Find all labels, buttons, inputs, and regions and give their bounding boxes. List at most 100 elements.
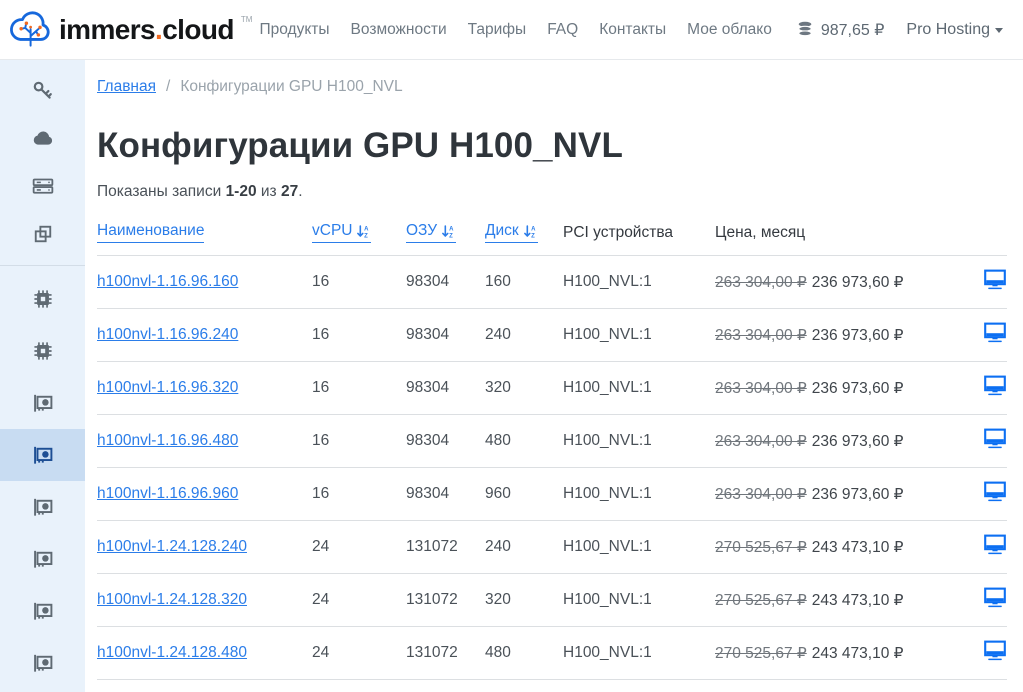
sidebar-item-gpu-card[interactable] [0,533,85,585]
column-header: ОЗУAZ [406,213,485,256]
nav-item[interactable]: Мое облако [687,21,772,39]
table-row: h100nvl-1.24.128.24024131072240H100_NVL:… [97,521,1007,574]
gpu-card-icon [31,599,55,623]
new-price: 243 473,10 ₽ [812,539,904,556]
table-header-row: НаименованиеvCPUAZОЗУAZДискAZPCI устройс… [97,213,1007,256]
ram-cell: 98304 [406,256,485,309]
sidebar-item-cloud[interactable] [0,114,85,162]
breadcrumb: Главная / Конфигурации GPU H100_NVL [97,78,1007,96]
config-name-link[interactable]: h100nvl-1.24.128.240 [97,538,247,555]
breadcrumb-current: Конфигурации GPU H100_NVL [180,78,402,96]
breadcrumb-home-link[interactable]: Главная [97,78,156,96]
monitor-icon [983,587,1007,608]
monitor-icon [983,534,1007,555]
gpu-card-icon [31,547,55,571]
monitor-icon [983,375,1007,396]
sidebar-item-gpu-card[interactable] [0,481,85,533]
sort-link[interactable]: vCPUAZ [312,222,371,243]
nav-item[interactable]: Продукты [260,21,330,39]
disk-cell: 240 [485,680,563,692]
new-price: 236 973,60 ₽ [812,486,904,503]
launch-config-button[interactable] [983,640,1007,661]
ram-cell: 196608 [406,680,485,692]
sidebar-item-copy[interactable] [0,210,85,258]
column-header: ДискAZ [485,213,563,256]
launch-config-button[interactable] [983,428,1007,449]
price-cell: 263 304,00 ₽236 973,60 ₽ [715,362,981,415]
launch-config-button[interactable] [983,375,1007,396]
old-price: 263 304,00 ₽ [715,486,807,503]
disk-cell: 240 [485,521,563,574]
nav-item[interactable]: Тарифы [468,21,527,39]
nav-item[interactable]: Контакты [599,21,666,39]
new-price: 236 973,60 ₽ [812,327,904,344]
table-row: h100nvl-1.24.128.32024131072320H100_NVL:… [97,574,1007,627]
vcpu-cell: 24 [312,521,406,574]
sidebar-item-chip[interactable] [0,273,85,325]
sort-alpha-icon: AZ [523,223,538,239]
sidebar-item-servers[interactable] [0,162,85,210]
price-cell: 263 304,00 ₽ 236 973,60 ₽ [715,468,981,521]
main-nav: Продукты Возможности Тарифы FAQ Контакты Мое … [260,21,772,39]
nav-item[interactable]: FAQ [547,21,578,39]
sidebar-item-gpu-card[interactable] [0,429,85,481]
account-menu[interactable]: Pro Hosting [906,21,1003,39]
launch-config-button[interactable] [983,481,1007,502]
sidebar-item-chip[interactable] [0,325,85,377]
launch-config-button[interactable] [983,322,1007,343]
config-name-link[interactable]: h100nvl-1.16.96.240 [97,326,238,343]
table-body: h100nvl-1.16.96.1601698304160H100_NVL:12… [97,256,1007,692]
logo-tm: TM [241,15,253,24]
launch-config-button[interactable] [983,587,1007,608]
config-name-link[interactable]: h100nvl-1.16.96.480 [97,432,238,449]
monitor-icon [983,322,1007,343]
vcpu-cell: 16 [312,468,406,521]
column-header: vCPUAZ [312,213,406,256]
disk-cell: 320 [485,362,563,415]
vcpu-cell: 24 [312,680,406,692]
chip-icon [32,340,54,362]
old-price: 270 525,67 ₽ [715,539,807,556]
price-cell: 270 525,67 ₽ 243 473,10 ₽ [715,521,981,574]
launch-config-button[interactable] [983,269,1007,290]
config-name-link[interactable]: h100nvl-1.16.96.160 [97,273,238,290]
new-price: 236 973,60 ₽ [812,380,904,397]
disk-cell: 480 [485,415,563,468]
gpu-card-icon [31,495,55,519]
price-cell: 263 304,00 ₽236 973,60 ₽ [715,415,981,468]
column-label: Наименование [97,222,204,240]
config-name-link[interactable]: h100nvl-1.24.128.320 [97,591,247,608]
config-name-link[interactable]: h100nvl-1.16.96.320 [97,379,238,396]
table-row: h100nvl-1.16.96.4801698304480H100_NVL:12… [97,415,1007,468]
monitor-icon [983,640,1007,661]
config-name-link[interactable]: h100nvl-1.16.96.960 [97,485,238,502]
sort-link[interactable]: ДискAZ [485,222,538,243]
config-name-link[interactable]: h100nvl-1.24.128.480 [97,644,247,661]
logo[interactable]: immers.cloud TM [8,7,252,53]
table-row: h100nvl-1.16.96.9601698304960H100_NVL:12… [97,468,1007,521]
new-price: 236 973,60 ₽ [812,433,904,450]
balance-indicator[interactable]: 987,65 ₽ [796,20,885,40]
launch-config-button[interactable] [983,534,1007,555]
nav-item[interactable]: Возможности [351,21,447,39]
price-cell: 523 432,67 ₽471 089,40 ₽ [715,680,981,692]
old-price: 263 304,00 ₽ [715,327,807,344]
sort-link[interactable]: ОЗУAZ [406,222,456,243]
old-price: 270 525,67 ₽ [715,592,807,609]
servers-icon [31,174,55,198]
sidebar-item-gpu-card[interactable] [0,377,85,429]
sort-link[interactable]: Наименование [97,222,204,243]
copy-icon [32,223,54,245]
column-header: Цена, месяц [715,213,981,256]
logo-text: immers.cloud [59,16,234,44]
new-price: 243 473,10 ₽ [812,645,904,662]
summary-total: 27 [281,183,298,200]
sidebar-item-key[interactable] [0,66,85,114]
pci-cell: H100_NVL:1 [563,574,715,627]
pci-cell: H100_NVL:1 [563,521,715,574]
pci-cell: H100_NVL:1 [563,468,715,521]
svg-text:Z: Z [449,234,453,239]
sidebar-item-gpu-card[interactable] [0,637,85,689]
sidebar-item-gpu-card[interactable] [0,585,85,637]
sort-alpha-icon: AZ [441,223,456,239]
